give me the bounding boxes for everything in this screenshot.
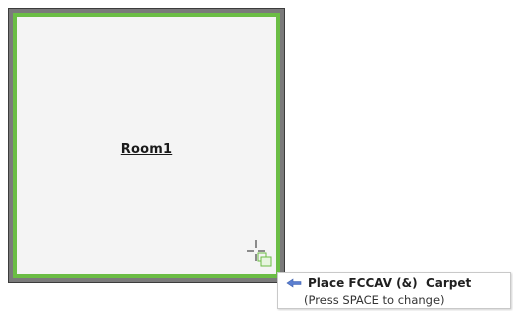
room-floor-area[interactable]: Room1 bbox=[13, 13, 280, 278]
room-label: Room1 bbox=[120, 142, 173, 157]
pointer-arrow-icon bbox=[286, 278, 302, 288]
placement-tooltip: Place FCCAV (&) Carpet (Press SPACE to c… bbox=[277, 272, 511, 309]
crosshair-place-icon bbox=[247, 240, 272, 267]
tooltip-hint: (Press SPACE to change) bbox=[304, 293, 445, 307]
drawing-canvas[interactable]: Room1 Place FCCAV (&) Carpet (Press SPAC… bbox=[0, 0, 513, 311]
tooltip-title: Place FCCAV (&) Carpet bbox=[308, 276, 472, 290]
tooltip-title-row: Place FCCAV (&) Carpet bbox=[286, 276, 471, 290]
